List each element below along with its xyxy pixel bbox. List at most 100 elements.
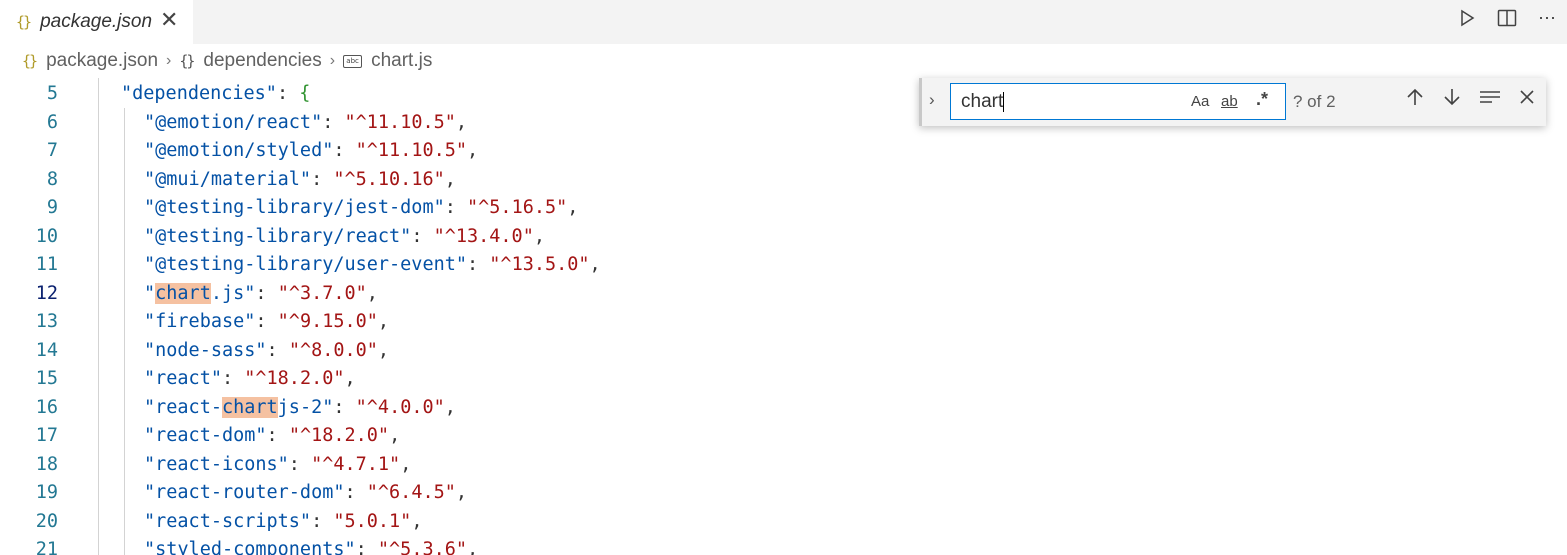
split-editor-icon[interactable] <box>1487 0 1527 36</box>
find-input-value: chart <box>961 91 1004 112</box>
json-string: "^13.5.0" <box>489 254 590 275</box>
breadcrumb-item-dependencies[interactable]: {} dependencies <box>179 50 321 72</box>
json-key: "react-scripts" <box>144 510 312 532</box>
json-string: "^5.16.5" <box>467 197 568 218</box>
line-number: 21 <box>35 539 58 555</box>
json-key: "@testing-library/jest-dom" <box>144 197 445 218</box>
search-match-highlight: chart <box>155 282 211 304</box>
json-colon: : <box>411 225 434 247</box>
json-string: "^5.10.16" <box>333 168 445 190</box>
json-key: "@emotion/styled" <box>144 140 334 161</box>
code-text: "@testing-library/user-event": "^13.5.0"… <box>144 251 601 280</box>
json-comma: , <box>589 254 601 275</box>
json-key: "@testing-library/user-event" <box>144 254 468 275</box>
json-string: "^18.2.0" <box>244 368 345 389</box>
code-line: 14 "node-sass": "^8.0.0", <box>0 337 1567 366</box>
json-key: "firebase" <box>144 311 256 332</box>
json-key: "react-dom" <box>144 425 267 446</box>
match-case-button[interactable]: Aa <box>1191 93 1209 110</box>
code-line: 20 "react-scripts": "5.0.1", <box>0 508 1567 537</box>
breadcrumb-item-package-json[interactable]: {} package.json <box>22 50 158 72</box>
code-text: "react-icons": "^4.7.1", <box>144 451 411 480</box>
regex-button[interactable]: .* <box>1256 89 1268 110</box>
json-comma: , <box>377 311 390 332</box>
breadcrumb: {} package.json › {} dependencies › abc … <box>0 44 1567 78</box>
find-in-selection-icon[interactable] <box>1479 87 1501 113</box>
line-number: 12 <box>35 282 58 304</box>
run-icon[interactable] <box>1447 0 1487 36</box>
json-colon: : <box>311 168 334 190</box>
json-colon: : <box>221 368 245 389</box>
tab-bar: {} package.json ✕ ⋯ <box>0 0 1567 44</box>
find-input[interactable]: chart Aa ab .* <box>950 83 1286 120</box>
tab-package-json[interactable]: {} package.json ✕ <box>0 0 193 44</box>
code-line: 13 "firebase": "^9.15.0", <box>0 308 1567 337</box>
code-text: "node-sass": "^8.0.0", <box>144 337 389 366</box>
breadcrumb-label: dependencies <box>203 50 322 71</box>
json-colon: : <box>255 282 278 304</box>
json-comma: , <box>366 282 378 304</box>
close-icon[interactable]: ✕ <box>160 7 178 33</box>
text-caret <box>1003 91 1005 112</box>
json-colon: : <box>311 510 334 532</box>
arrow-down-icon[interactable] <box>1443 87 1461 113</box>
match-count: ? of 2 <box>1293 92 1336 111</box>
line-number: 9 <box>46 197 58 218</box>
json-string: "^4.7.1" <box>311 453 401 475</box>
json-string: "^18.2.0" <box>288 425 390 446</box>
json-key: js-2" <box>277 396 334 418</box>
json-string: "^13.4.0" <box>433 225 534 247</box>
code-text: "styled-components": "^5.3.6", <box>144 536 478 555</box>
line-number: 5 <box>46 83 58 104</box>
json-comma: , <box>411 510 423 532</box>
chevron-right-icon: › <box>329 52 336 69</box>
code-text: "react-scripts": "5.0.1", <box>144 508 422 537</box>
more-actions-icon[interactable]: ⋯ <box>1527 0 1567 36</box>
object-icon: {} <box>179 52 195 70</box>
line-number: 7 <box>46 140 58 161</box>
line-number: 16 <box>35 396 58 418</box>
line-number: 10 <box>35 225 58 247</box>
json-comma: , <box>389 425 401 446</box>
code-line: 17 "react-dom": "^18.2.0", <box>0 422 1567 451</box>
json-comma: , <box>377 339 390 361</box>
json-file-icon: {} <box>16 13 32 31</box>
line-number: 11 <box>35 254 58 275</box>
code-text: "react-dom": "^18.2.0", <box>144 422 400 451</box>
json-string: "^9.15.0" <box>277 311 378 332</box>
line-number: 18 <box>35 453 58 475</box>
close-icon[interactable] <box>1518 87 1536 113</box>
json-colon: : <box>333 396 356 418</box>
json-comma: , <box>444 168 456 190</box>
code-text: "dependencies": { <box>121 80 310 109</box>
match-whole-word-button[interactable]: ab <box>1221 93 1238 110</box>
json-comma: , <box>533 225 545 247</box>
chevron-right-icon[interactable]: › <box>929 90 935 110</box>
json-string: "^5.3.6" <box>377 539 468 555</box>
json-key: "@mui/material" <box>144 168 312 190</box>
json-string: "^6.4.5" <box>366 482 456 503</box>
code-text: "react-chartjs-2": "^4.0.0", <box>144 394 456 423</box>
json-string: "5.0.1" <box>333 510 412 532</box>
line-number: 6 <box>46 111 58 133</box>
arrow-up-icon[interactable] <box>1406 87 1424 113</box>
json-key: "node-sass" <box>144 339 267 361</box>
json-string: "^3.7.0" <box>277 282 367 304</box>
breadcrumb-label: package.json <box>46 50 159 71</box>
code-text: "@mui/material": "^5.10.16", <box>144 166 456 195</box>
json-file-icon: {} <box>22 52 38 70</box>
json-key: "@emotion/react" <box>144 111 323 133</box>
code-line: 8 "@mui/material": "^5.10.16", <box>0 166 1567 195</box>
json-key: " <box>144 282 156 304</box>
code-text: "react-router-dom": "^6.4.5", <box>144 479 467 508</box>
code-line: 18 "react-icons": "^4.7.1", <box>0 451 1567 480</box>
json-comma: , <box>455 111 468 133</box>
line-number: 20 <box>35 510 58 532</box>
json-colon: : <box>276 83 300 104</box>
json-comma: , <box>455 482 468 503</box>
editor-actions: ⋯ <box>1447 0 1567 36</box>
json-colon: : <box>255 311 278 332</box>
breadcrumb-item-chart-js[interactable]: abc chart.js <box>343 50 432 72</box>
json-key: "react- <box>144 396 222 418</box>
code-editor[interactable]: 5 "dependencies": { 6 "@emotion/react": "^1… <box>0 78 1567 555</box>
